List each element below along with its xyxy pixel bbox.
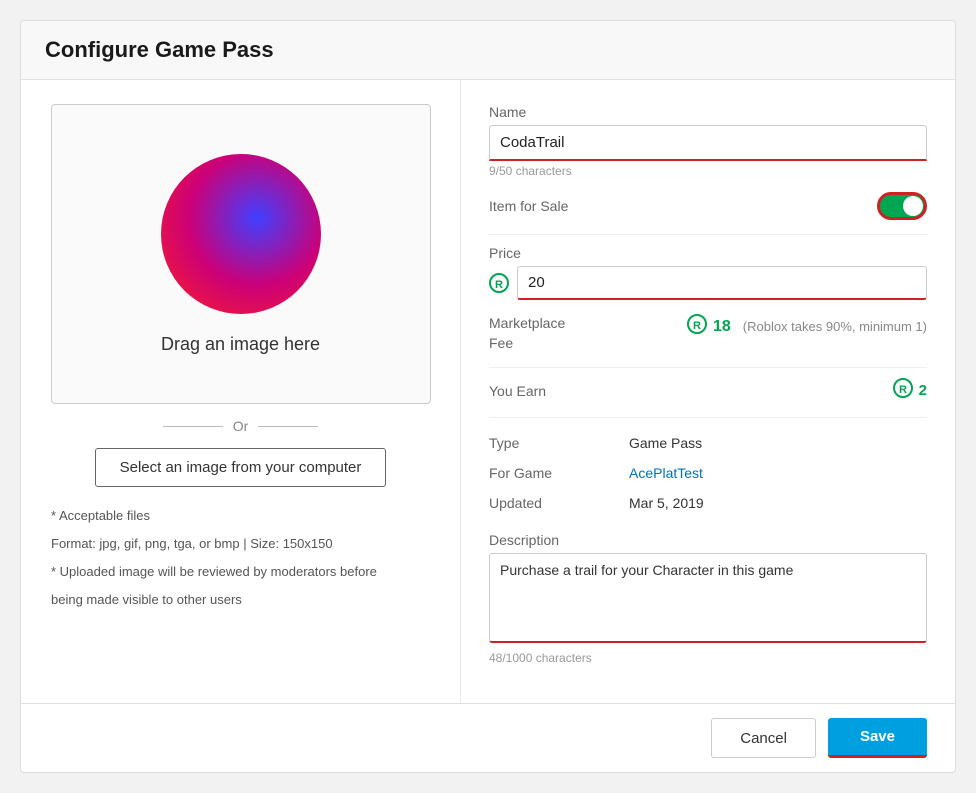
for-game-row: For Game AcePlatTest [489, 458, 927, 488]
item-for-sale-row: Item for Sale [489, 192, 927, 220]
type-value: Game Pass [629, 428, 927, 458]
image-drop-area[interactable]: Drag an image here [51, 104, 431, 404]
description-char-count: 48/1000 characters [489, 651, 927, 665]
right-panel: Name 9/50 characters Item for Sale [461, 80, 955, 703]
dialog-footer: Cancel Save [21, 703, 955, 772]
svg-text:R: R [693, 320, 701, 332]
preview-image [161, 154, 321, 314]
marketplace-fee-label: MarketplaceFee [489, 314, 565, 353]
robux-price-icon: R [489, 273, 509, 293]
name-input[interactable] [489, 125, 927, 161]
file-info: * Acceptable files Format: jpg, gif, png… [51, 505, 377, 617]
updated-label: Updated [489, 488, 629, 518]
name-label: Name [489, 104, 927, 120]
file-info-line3: * Uploaded image will be reviewed by mod… [51, 561, 377, 583]
name-group: Name 9/50 characters [489, 104, 927, 178]
price-row: R [489, 266, 927, 300]
for-game-label: For Game [489, 458, 629, 488]
for-game-value: AcePlatTest [629, 458, 927, 488]
or-divider: Or [51, 418, 430, 434]
file-info-line2: Format: jpg, gif, png, tga, or bmp | Siz… [51, 533, 377, 555]
updated-row: Updated Mar 5, 2019 [489, 488, 927, 518]
description-label: Description [489, 532, 927, 548]
marketplace-fee-value: 18 [713, 318, 731, 336]
file-info-line1: * Acceptable files [51, 505, 377, 527]
svg-text:R: R [899, 384, 907, 396]
item-for-sale-toggle[interactable] [877, 192, 927, 220]
info-table: Type Game Pass For Game AcePlatTest Upda… [489, 428, 927, 518]
divider3 [489, 417, 927, 418]
robux-earn-icon: R [893, 378, 913, 403]
marketplace-fee-row: R 18 (Roblox takes 90%, minimum 1) [687, 314, 927, 339]
price-label: Price [489, 245, 927, 261]
toggle-wrapper [877, 192, 927, 220]
type-label: Type [489, 428, 629, 458]
drag-text: Drag an image here [161, 334, 320, 355]
cancel-button[interactable]: Cancel [711, 718, 816, 758]
price-group: Price R [489, 245, 927, 300]
toggle-knob [903, 196, 923, 216]
updated-value: Mar 5, 2019 [629, 488, 927, 518]
price-input[interactable] [517, 266, 927, 300]
type-row: Type Game Pass [489, 428, 927, 458]
divider1 [489, 234, 927, 235]
svg-text:R: R [495, 279, 503, 291]
item-for-sale-group: Item for Sale [489, 192, 927, 220]
you-earn-label: You Earn [489, 383, 546, 399]
select-image-button[interactable]: Select an image from your computer [95, 448, 387, 487]
marketplace-fee-note: (Roblox takes 90%, minimum 1) [743, 319, 927, 334]
game-link[interactable]: AcePlatTest [629, 465, 703, 481]
dialog-title: Configure Game Pass [45, 37, 931, 63]
robux-marketplace-icon: R [687, 314, 707, 339]
description-group: Description Purchase a trail for your Ch… [489, 532, 927, 665]
marketplace-fee-group: MarketplaceFee R 18 (Roblox takes 90%, m… [489, 314, 927, 353]
dialog-header: Configure Game Pass [21, 21, 955, 80]
item-for-sale-label: Item for Sale [489, 198, 568, 214]
file-info-line4: being made visible to other users [51, 589, 377, 611]
configure-game-pass-dialog: Configure Game Pass Drag an image here O… [20, 20, 956, 773]
or-text: Or [233, 418, 249, 434]
save-button[interactable]: Save [828, 718, 927, 758]
you-earn-value: 2 [919, 382, 927, 399]
description-textarea[interactable]: Purchase a trail for your Character in t… [489, 553, 927, 643]
you-earn-group: You Earn R 2 [489, 378, 927, 403]
left-panel: Drag an image here Or Select an image fr… [21, 80, 461, 703]
you-earn-row: R 2 [893, 378, 927, 403]
dialog-body: Drag an image here Or Select an image fr… [21, 80, 955, 703]
name-char-count: 9/50 characters [489, 164, 927, 178]
divider2 [489, 367, 927, 368]
